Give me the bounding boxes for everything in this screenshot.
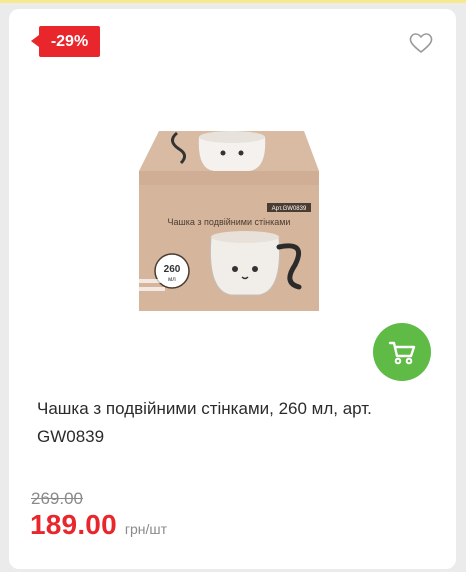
add-to-cart-button[interactable]: [373, 323, 431, 381]
heart-outline-icon: [409, 33, 433, 53]
product-box-illustration: Чашка з подвійними стінками Арт.GW0839 2…: [139, 131, 319, 311]
product-image[interactable]: Чашка з подвійними стінками Арт.GW0839 2…: [119, 119, 349, 324]
box-volume-unit: мл: [168, 277, 176, 283]
box-volume: 260: [164, 264, 181, 275]
discount-label: -29%: [50, 32, 89, 50]
top-strip: [0, 0, 466, 3]
box-text: Чашка з подвійними стінками: [168, 217, 291, 227]
favorite-button[interactable]: [408, 31, 434, 55]
price-row: 189.00 грн/шт: [30, 509, 167, 541]
current-price: 189.00: [30, 509, 117, 540]
old-price: 269.00: [31, 489, 83, 508]
price-unit: грн/шт: [124, 521, 168, 537]
product-card[interactable]: -29% Чашка з подвійними стінками Арт.GW0…: [9, 9, 456, 569]
discount-badge: -29%: [31, 26, 100, 57]
cart-icon: [388, 341, 416, 365]
product-title[interactable]: Чашка з подвійними стінками, 260 мл, арт…: [37, 395, 437, 451]
box-article: Арт.GW0839: [272, 206, 307, 212]
